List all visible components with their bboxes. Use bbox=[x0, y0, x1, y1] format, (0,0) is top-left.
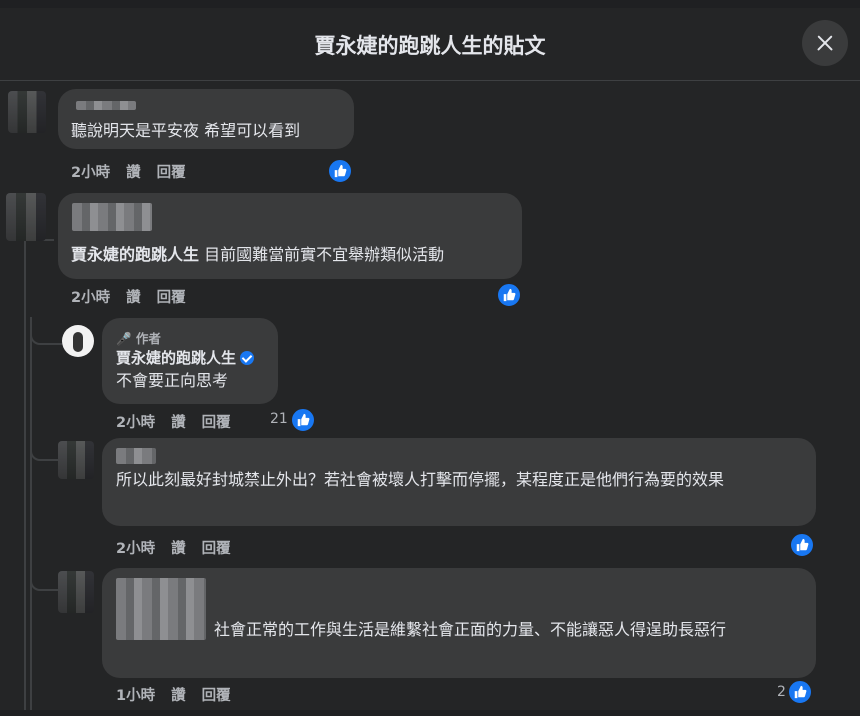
comment-list: 聽說明天是平安夜 希望可以看到 2小時讚回覆 賈永婕的跑跳人生 目前國難當前實不… bbox=[0, 81, 860, 716]
comment-body: 目前國難當前實不宜舉辦類似活動 bbox=[199, 245, 445, 264]
author-avatar[interactable] bbox=[62, 325, 94, 357]
reply-button[interactable]: 回覆 bbox=[157, 165, 186, 181]
comment-text: 社會正常的工作與生活是維繫社會正面的力量、不能讓惡人得逞助長惡行 bbox=[214, 620, 727, 639]
redacted-name bbox=[116, 448, 156, 464]
reply-button[interactable]: 回覆 bbox=[202, 541, 231, 557]
like-reaction-icon[interactable] bbox=[788, 680, 812, 704]
comment-time: 1小時 bbox=[116, 688, 156, 704]
close-button[interactable] bbox=[802, 20, 848, 66]
comment-bubble: 社會正常的工作與生活是維繫社會正面的力量、不能讓惡人得逞助長惡行 bbox=[102, 568, 816, 678]
verified-badge-icon bbox=[240, 351, 255, 365]
like-reaction-icon[interactable] bbox=[291, 408, 315, 432]
comment-text: 賈永婕的跑跳人生 目前國難當前實不宜舉辦類似活動 bbox=[71, 243, 444, 267]
thread-line bbox=[30, 317, 32, 716]
comment-bubble: 聽說明天是平安夜 希望可以看到 bbox=[58, 89, 354, 149]
commenter-name[interactable]: 賈永婕的跑跳人生 bbox=[116, 346, 255, 370]
reply-button[interactable]: 回覆 bbox=[202, 415, 231, 431]
like-reaction-icon[interactable] bbox=[328, 159, 352, 183]
thread-branch bbox=[30, 571, 60, 591]
comment-bubble: 所以此刻最好封城禁止外出？若社會被壞人打擊而停擺，某程度正是他們行為要的效果 bbox=[102, 438, 816, 526]
like-count: 2 bbox=[777, 684, 786, 700]
thread-branch bbox=[30, 441, 60, 461]
like-button[interactable]: 讚 bbox=[171, 541, 186, 557]
modal-title: 賈永婕的跑跳人生的貼文 bbox=[314, 34, 546, 58]
like-button[interactable]: 讚 bbox=[126, 290, 141, 306]
mention-link[interactable]: 賈永婕的跑跳人生 bbox=[71, 245, 199, 264]
avatar[interactable] bbox=[6, 193, 46, 241]
thread-branch bbox=[30, 323, 62, 345]
reply-button[interactable]: 回覆 bbox=[202, 688, 231, 704]
comment-actions: 2小時讚回覆 bbox=[71, 161, 202, 182]
reply-button[interactable]: 回覆 bbox=[157, 290, 186, 306]
modal-header: 賈永婕的跑跳人生的貼文 bbox=[0, 8, 860, 81]
avatar[interactable] bbox=[8, 91, 46, 133]
comment-actions: 2小時讚回覆 bbox=[116, 411, 247, 432]
redacted-name bbox=[72, 203, 152, 231]
avatar[interactable] bbox=[58, 571, 94, 613]
comment-time: 2小時 bbox=[116, 415, 156, 431]
comment-bubble: 賈永婕的跑跳人生 目前國難當前實不宜舉辦類似活動 bbox=[58, 193, 522, 279]
like-button[interactable]: 讚 bbox=[126, 165, 141, 181]
redacted-name bbox=[76, 101, 136, 110]
comment-text: 不會要正向思考 bbox=[116, 371, 229, 390]
avatar[interactable] bbox=[58, 441, 94, 479]
like-button[interactable]: 讚 bbox=[171, 415, 186, 431]
bottom-scroll-edge bbox=[0, 710, 860, 716]
comment-time: 2小時 bbox=[71, 165, 111, 181]
comment-time: 2小時 bbox=[116, 541, 156, 557]
like-count: 21 bbox=[270, 411, 288, 427]
author-badge: 🎤 作者 bbox=[116, 331, 161, 346]
like-reaction-icon[interactable] bbox=[790, 533, 814, 557]
like-reaction-icon[interactable] bbox=[497, 283, 521, 307]
post-modal: 賈永婕的跑跳人生的貼文 聽說明天是平安夜 希望可以看到 2小時讚回覆 賈永婕的跑… bbox=[0, 0, 860, 716]
comment-time: 2小時 bbox=[71, 290, 111, 306]
like-button[interactable]: 讚 bbox=[171, 688, 186, 704]
comment-text: 聽說明天是平安夜 希望可以看到 bbox=[71, 121, 301, 140]
thread-line bbox=[24, 229, 26, 716]
comment-text: 所以此刻最好封城禁止外出？若社會被壞人打擊而停擺，某程度正是他們行為要的效果 bbox=[116, 470, 725, 489]
top-strip bbox=[0, 0, 860, 8]
comment-actions: 1小時讚回覆 bbox=[116, 684, 247, 705]
comment-actions: 2小時讚回覆 bbox=[116, 537, 247, 558]
comment-bubble: 🎤 作者 賈永婕的跑跳人生 不會要正向思考 bbox=[102, 318, 278, 404]
comment-actions: 2小時讚回覆 bbox=[71, 286, 202, 307]
